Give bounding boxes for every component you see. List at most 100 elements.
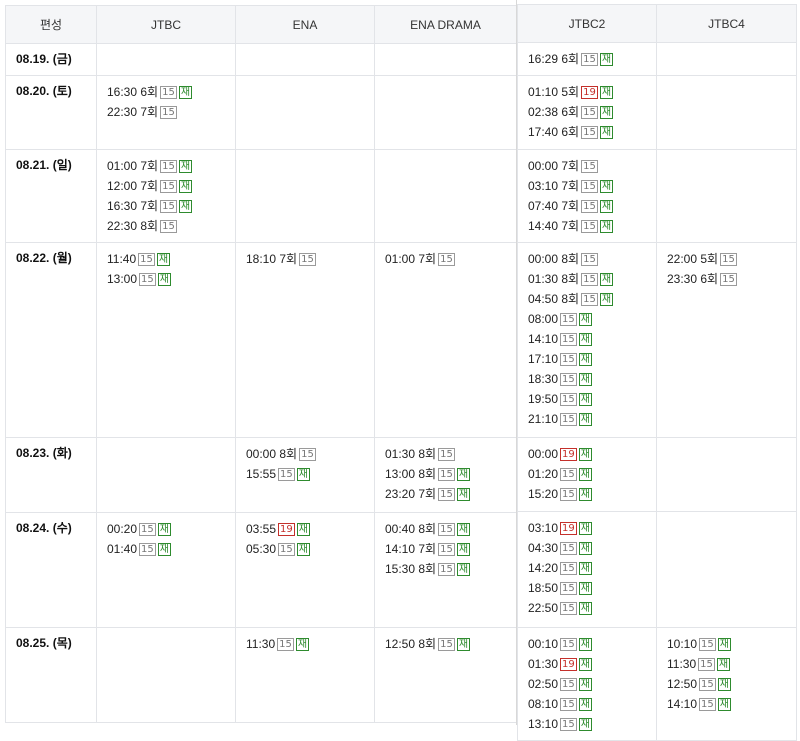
broadcast-time: 16:29 6회 [528, 52, 580, 66]
table-row: 01:10 5회 19 재 02:38 6회 15 재 17:40 6회 15 재 [517, 75, 797, 150]
age-rating-badge: 15 [277, 638, 294, 652]
broadcast-time: 17:40 6회 [528, 125, 580, 139]
broadcast-time: 14:20 [528, 561, 559, 575]
age-rating-badge: 19 [278, 523, 295, 537]
rerun-badge: 재 [157, 273, 171, 287]
broadcast-entry: 22:30 7회 15 [107, 102, 225, 122]
broadcast-time: 18:30 [528, 372, 559, 386]
schedule-cell [374, 75, 517, 150]
broadcast-time: 11:30 [667, 657, 697, 671]
broadcast-entry: 01:30 8회 15 재 [528, 269, 646, 289]
age-rating-badge: 15 [560, 313, 577, 327]
age-rating-badge: 15 [581, 220, 598, 234]
age-rating-badge: 15 [560, 393, 577, 407]
rerun-badge: 재 [456, 468, 471, 482]
broadcast-entry: 12:00 7회 15 재 [107, 176, 225, 196]
rerun-badge: 재 [717, 678, 731, 692]
rerun-badge: 재 [578, 333, 592, 347]
broadcast-time: 01:30 [528, 657, 559, 671]
age-rating-badge: 15 [438, 638, 455, 652]
broadcast-time: 22:00 5회 [667, 252, 719, 266]
broadcast-entry: 18:10 7회 15 [246, 249, 364, 269]
broadcast-entry: 16:30 7회 15 재 [107, 196, 225, 216]
broadcast-time: 15:20 [528, 487, 559, 501]
broadcast-time: 23:30 6회 [667, 272, 719, 286]
broadcast-entry: 01:20 15 재 [528, 464, 646, 484]
age-rating-badge: 15 [699, 698, 716, 712]
broadcast-entry: 03:10 7회 15 재 [528, 176, 646, 196]
broadcast-entry: 23:20 7회 15 재 [385, 484, 506, 504]
broadcast-entry: 18:30 15 재 [528, 369, 646, 389]
schedule-cell: 10:10 15 재 11:30 15 재 12:50 15 재 14:10 15 재 [656, 627, 797, 741]
age-rating-badge: 15 [278, 543, 295, 557]
rerun-badge: 재 [578, 678, 592, 692]
rerun-badge: 재 [578, 393, 592, 407]
age-rating-badge: 15 [438, 448, 455, 462]
rerun-badge: 재 [578, 638, 592, 652]
age-rating-badge: 15 [160, 180, 177, 194]
broadcast-entry: 15:30 8회 15 재 [385, 559, 506, 579]
broadcast-entry: 12:50 15 재 [667, 674, 786, 694]
age-rating-badge: 15 [581, 53, 598, 67]
broadcast-entry: 15:20 15 재 [528, 484, 646, 504]
age-rating-badge: 15 [160, 220, 177, 234]
age-rating-badge: 15 [139, 543, 156, 557]
rerun-badge: 재 [578, 373, 592, 387]
age-rating-badge: 15 [698, 658, 715, 672]
broadcast-time: 05:30 [246, 542, 277, 556]
age-rating-badge: 15 [438, 523, 455, 537]
broadcast-entry: 17:40 6회 15 재 [528, 122, 646, 142]
schedule-cell [235, 149, 375, 243]
broadcast-time: 11:40 [107, 252, 137, 266]
rerun-badge: 재 [578, 313, 592, 327]
col-header-ena-drama: ENA DRAMA [374, 5, 517, 44]
rerun-badge: 재 [578, 542, 592, 556]
broadcast-entry: 22:50 15 재 [528, 598, 646, 618]
rerun-badge: 재 [716, 658, 731, 672]
schedule-cell: 00:20 15 재 01:40 15 재 [96, 512, 236, 628]
broadcast-time: 14:10 7회 [385, 542, 437, 556]
header-row: 편성 JTBC ENA ENA DRAMA [5, 5, 517, 44]
date-cell: 08.25. (목) [5, 627, 97, 723]
age-rating-badge: 15 [699, 678, 716, 692]
broadcast-entry: 07:40 7회 15 재 [528, 196, 646, 216]
rerun-badge: 재 [456, 523, 471, 537]
age-rating-badge: 15 [160, 106, 177, 120]
broadcast-entry: 00:40 8회 15 재 [385, 519, 506, 539]
schedule-cell [656, 75, 797, 150]
age-rating-badge: 15 [560, 468, 577, 482]
schedule-cell: 01:00 7회 15 [374, 242, 517, 438]
broadcast-time: 14:10 [528, 332, 559, 346]
broadcast-entry: 01:00 7회 15 [385, 249, 506, 269]
schedule-cell [656, 149, 797, 243]
date-cell: 08.22. (월) [5, 242, 97, 438]
broadcast-entry: 14:20 15 재 [528, 558, 646, 578]
broadcast-time: 01:10 5회 [528, 85, 580, 99]
age-rating-badge: 15 [560, 602, 577, 616]
broadcast-time: 01:30 8회 [528, 272, 580, 286]
table-row: 03:10 19 재 04:30 15 재 14:20 15 재 18:50 15 재 22:50 15 재 [517, 511, 797, 628]
broadcast-entry: 23:30 6회 15 [667, 269, 786, 289]
schedule-cell [235, 43, 375, 76]
broadcast-time: 19:50 [528, 392, 559, 406]
schedule-cell: 00:00 7회 15 03:10 7회 15 재 07:40 7회 15 재 14:40 7회… [517, 149, 657, 243]
rerun-badge: 재 [599, 220, 614, 234]
broadcast-entry: 02:38 6회 15 재 [528, 102, 646, 122]
broadcast-entry: 14:10 7회 15 재 [385, 539, 506, 559]
broadcast-time: 00:40 8회 [385, 522, 437, 536]
age-rating-badge: 15 [299, 448, 316, 462]
broadcast-time: 07:40 7회 [528, 199, 580, 213]
age-rating-badge: 15 [438, 563, 455, 577]
rerun-badge: 재 [599, 126, 614, 140]
age-rating-badge: 15 [160, 160, 177, 174]
schedule-cell: 11:40 15 재 13:00 15 재 [96, 242, 236, 438]
schedule-cell [656, 437, 797, 512]
date-cell: 08.23. (화) [5, 437, 97, 513]
broadcast-entry: 04:50 8회 15 재 [528, 289, 646, 309]
age-rating-badge: 15 [438, 488, 455, 502]
broadcast-entry: 01:30 19 재 [528, 654, 646, 674]
schedule-cell: 01:30 8회 15 13:00 8회 15 재 23:20 7회 15 재 [374, 437, 517, 513]
col-header-ena: ENA [235, 5, 375, 44]
broadcast-entry: 22:00 5회 15 [667, 249, 786, 269]
broadcast-time: 00:00 8회 [528, 252, 580, 266]
